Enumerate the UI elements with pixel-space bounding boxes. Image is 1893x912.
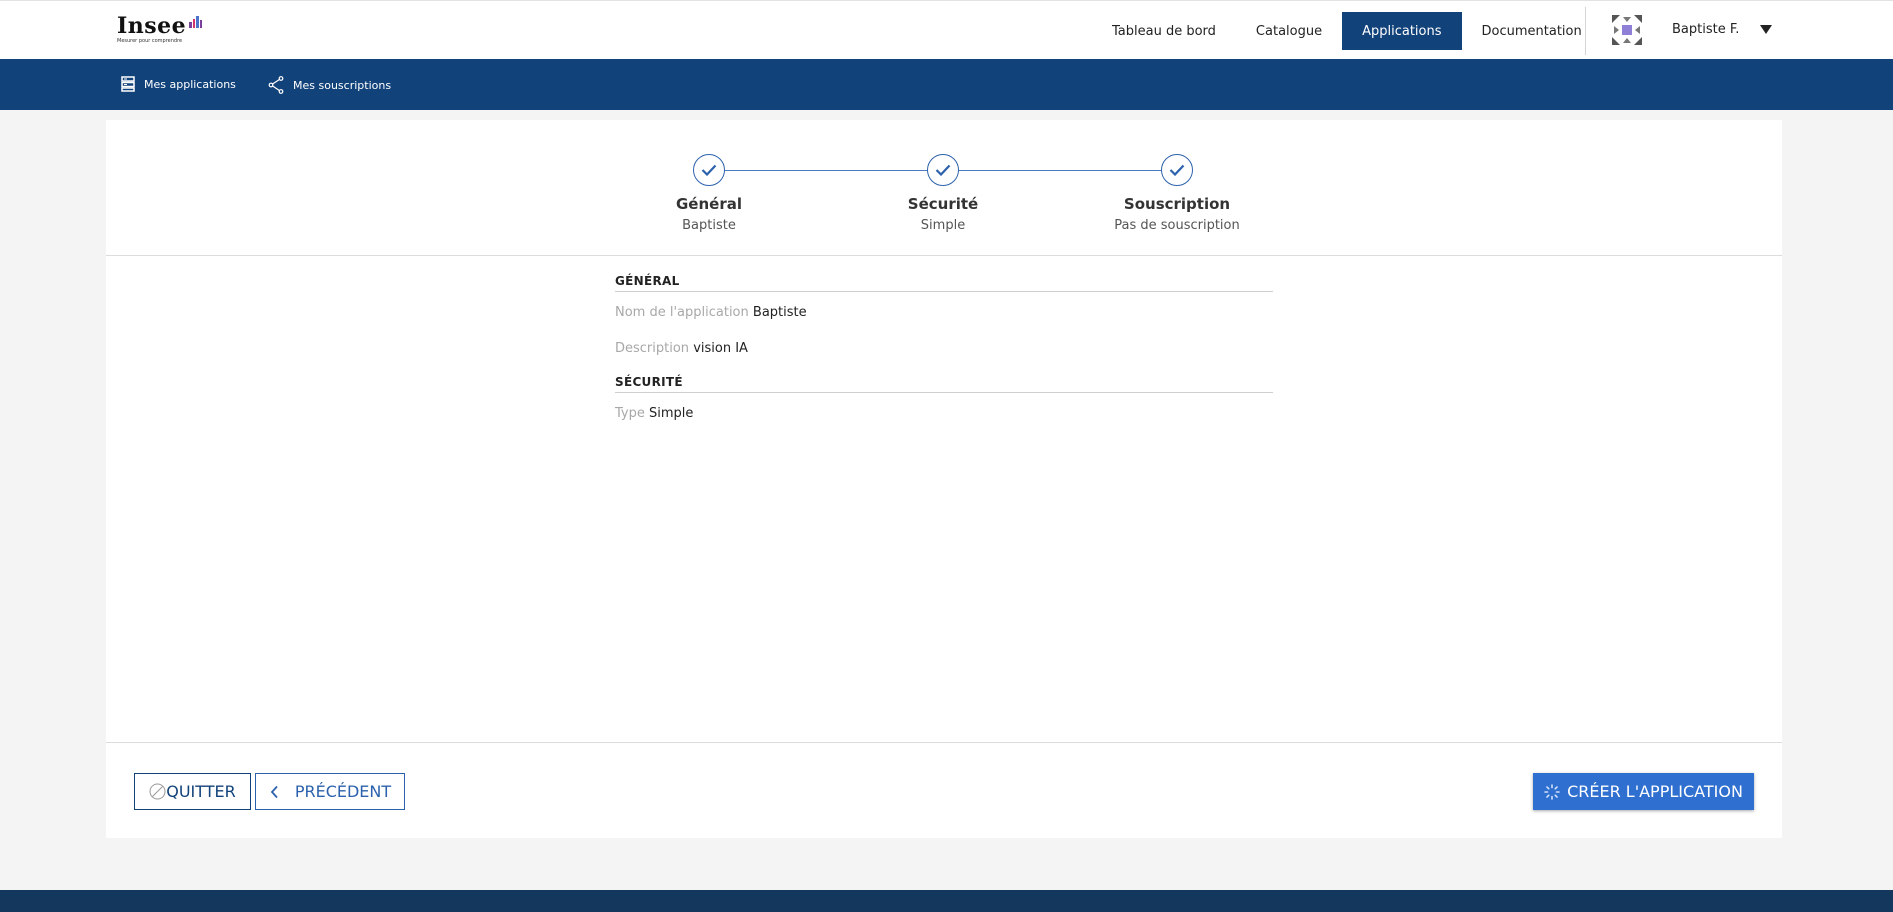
field-value: Simple <box>649 406 694 421</box>
button-label: CRÉER L'APPLICATION <box>1567 782 1743 801</box>
caret-down-icon[interactable] <box>1760 25 1772 34</box>
top-header: Insee Mesurer pour comprendre Tableau de… <box>0 0 1893 59</box>
step-title: Souscription <box>1123 195 1231 213</box>
chevron-left-icon <box>270 785 278 798</box>
field-label: Type <box>615 406 645 421</box>
subnav-mes-souscriptions[interactable]: Mes souscriptions <box>268 76 391 94</box>
subnav-label: Mes souscriptions <box>293 78 392 92</box>
sub-nav: Mes applications Mes souscriptions <box>0 59 1893 110</box>
insee-logo[interactable]: Insee Mesurer pour comprendre <box>117 13 202 44</box>
logo-bars-icon <box>189 16 203 28</box>
button-label: PRÉCÉDENT <box>294 782 392 801</box>
field-label: Nom de l'application <box>615 305 749 320</box>
summary-row-name: Nom de l'application Baptiste <box>615 305 1273 320</box>
spinner-icon <box>1544 783 1560 800</box>
nav-applications[interactable]: Applications <box>1342 12 1462 50</box>
cancel-icon <box>149 783 166 800</box>
subnav-label: Mes applications <box>144 77 236 91</box>
user-name[interactable]: Baptiste F. <box>1672 22 1739 37</box>
check-icon <box>927 154 959 186</box>
main-nav: Tableau de bord Catalogue Applications D… <box>1092 12 1602 50</box>
step-title: Général <box>676 195 742 213</box>
subnav-mes-applications[interactable]: Mes applications <box>121 76 236 92</box>
logo-text: Insee <box>117 13 187 39</box>
field-value: vision IA <box>693 341 748 356</box>
step-securite[interactable]: Sécurité Simple <box>863 154 1023 233</box>
card-actions: QUITTER PRÉCÉDENT CRÉER L'APPLICATION <box>106 742 1782 838</box>
summary-row-description: Description vision IA <box>615 341 1273 356</box>
field-label: Description <box>615 341 690 356</box>
previous-button[interactable]: PRÉCÉDENT <box>255 773 405 810</box>
nav-catalogue[interactable]: Catalogue <box>1236 12 1342 50</box>
check-icon <box>693 154 725 186</box>
button-label: QUITTER <box>166 782 236 801</box>
applications-icon <box>121 76 135 92</box>
summary-panel: GÉNÉRAL Nom de l'application Baptiste De… <box>615 274 1273 421</box>
check-icon <box>1161 154 1193 186</box>
step-souscription[interactable]: Souscription Pas de souscription <box>1097 154 1257 233</box>
section-title-security: SÉCURITÉ <box>615 375 1273 393</box>
nav-documentation[interactable]: Documentation <box>1462 12 1602 50</box>
nav-tableau-de-bord[interactable]: Tableau de bord <box>1092 12 1236 50</box>
field-value: Baptiste <box>752 305 807 320</box>
step-general[interactable]: Général Baptiste <box>629 154 789 233</box>
step-subtitle: Simple <box>920 218 966 233</box>
create-application-button[interactable]: CRÉER L'APPLICATION <box>1533 773 1754 810</box>
stepper: Général Baptiste Sécurité Simple Souscri… <box>106 120 1782 256</box>
section-title-general: GÉNÉRAL <box>615 274 1273 292</box>
nav-divider <box>1585 7 1586 55</box>
step-subtitle: Baptiste <box>682 218 736 233</box>
share-icon <box>268 76 284 94</box>
create-application-card: Général Baptiste Sécurité Simple Souscri… <box>106 120 1782 838</box>
step-title: Sécurité <box>907 195 979 213</box>
summary-row-type: Type Simple <box>615 406 1273 421</box>
user-avatar-icon[interactable] <box>1612 15 1642 45</box>
logo-tagline: Mesurer pour comprendre <box>117 38 183 44</box>
page-footer <box>0 890 1893 912</box>
step-subtitle: Pas de souscription <box>1114 218 1240 233</box>
quit-button[interactable]: QUITTER <box>134 773 251 810</box>
